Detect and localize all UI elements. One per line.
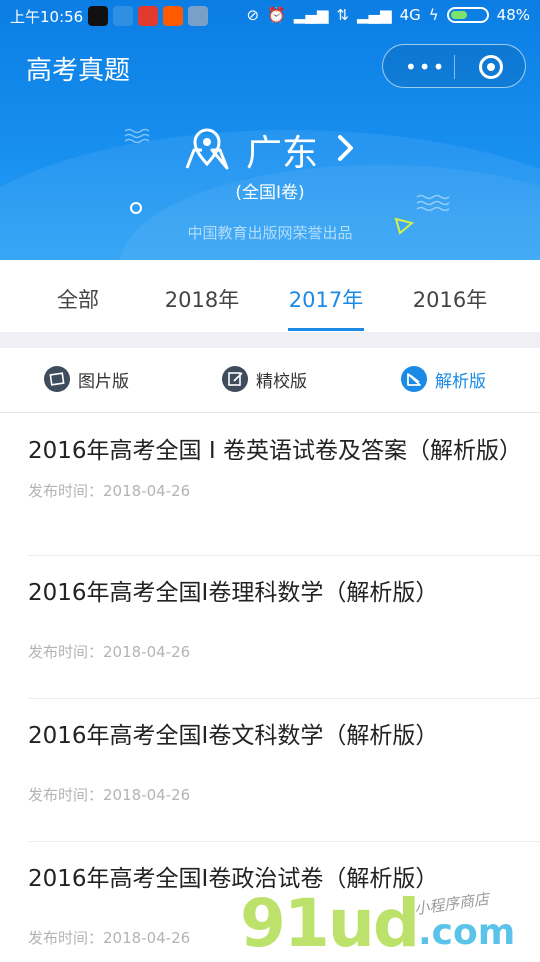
- news-icon: [138, 6, 158, 26]
- list-item[interactable]: 2016年高考全国I卷文科数学（解析版） 发布时间：2018-04-26: [28, 717, 514, 805]
- data-transfer-icon: ⇅: [336, 6, 349, 24]
- analysis-icon: [401, 366, 427, 392]
- paper-title: 2016年高考全国I卷理科数学（解析版）: [28, 580, 439, 606]
- battery-icon: [446, 7, 489, 23]
- province-selector[interactable]: 广东: [246, 124, 318, 176]
- edit-icon: [222, 366, 248, 392]
- signal-icon: ▂▄▆: [356, 6, 392, 24]
- picture-icon: [44, 366, 70, 392]
- chevron-right-icon[interactable]: [336, 134, 356, 162]
- publish-date: 发布时间：2018-04-26: [28, 482, 191, 500]
- battery-percent: 48%: [496, 6, 530, 24]
- publisher-label: 中国教育出版网荣誉出品: [187, 224, 353, 242]
- qq-icon: [88, 6, 108, 26]
- mute-icon: ⊘: [246, 6, 260, 24]
- close-program-icon[interactable]: [479, 55, 503, 79]
- wave-decoration-icon: [124, 128, 150, 143]
- publish-date: 发布时间：2018-04-26: [28, 643, 191, 661]
- version-filter: 图片版 精校版 解析版: [0, 348, 540, 413]
- list-item[interactable]: 2016年高考全国I卷理科数学（解析版） 发布时间：2018-04-26: [28, 574, 514, 662]
- browser-icon: [113, 6, 133, 26]
- year-tabs: 全部 2018年 2017年 2016年: [0, 260, 540, 332]
- alarm-icon: ⏰: [267, 6, 286, 24]
- taobao-icon: [163, 6, 183, 26]
- publish-date: 发布时间：2018-04-26: [28, 786, 191, 804]
- tab-2016[interactable]: 2016年: [388, 284, 512, 314]
- active-tab-indicator: [288, 328, 364, 331]
- version-proofread[interactable]: 精校版: [222, 366, 307, 392]
- map-location-icon[interactable]: [184, 128, 230, 170]
- tab-all[interactable]: 全部: [16, 284, 140, 314]
- tab-2017[interactable]: 2017年: [264, 284, 388, 331]
- tab-2018[interactable]: 2018年: [140, 284, 264, 314]
- exam-paper-label: (全国I卷): [235, 183, 305, 203]
- page-title: 高考真题: [26, 56, 131, 86]
- status-time: 上午10:56: [10, 8, 84, 26]
- status-bar: 上午10:56 ⊘ ⏰ ▂▄▆ ⇅ ▂▄▆ 4G ϟ 48%: [0, 0, 540, 32]
- list-item[interactable]: 2016年高考全国 Ⅰ 卷英语试卷及答案（解析版） 发布时间：2018-04-2…: [28, 432, 522, 501]
- notes-icon: [188, 6, 208, 26]
- paper-title: 2016年高考全国I卷文科数学（解析版）: [28, 723, 439, 749]
- mini-program-capsule: •••: [382, 44, 526, 88]
- more-menu-icon[interactable]: •••: [405, 55, 446, 79]
- watermark-logo: 91ud: [240, 885, 420, 962]
- header-banner: 上午10:56 ⊘ ⏰ ▂▄▆ ⇅ ▂▄▆ 4G ϟ 48% 高考真题 •••: [0, 0, 540, 260]
- section-divider: [0, 332, 540, 348]
- signal-icon: ▂▄▆: [293, 6, 329, 24]
- version-picture[interactable]: 图片版: [44, 366, 129, 392]
- watermark-domain: .com: [418, 912, 516, 953]
- version-analysis[interactable]: 解析版: [401, 366, 486, 392]
- charging-icon: ϟ: [428, 6, 439, 24]
- network-type: 4G: [399, 6, 421, 24]
- paper-title: 2016年高考全国 Ⅰ 卷英语试卷及答案（解析版）: [28, 438, 522, 464]
